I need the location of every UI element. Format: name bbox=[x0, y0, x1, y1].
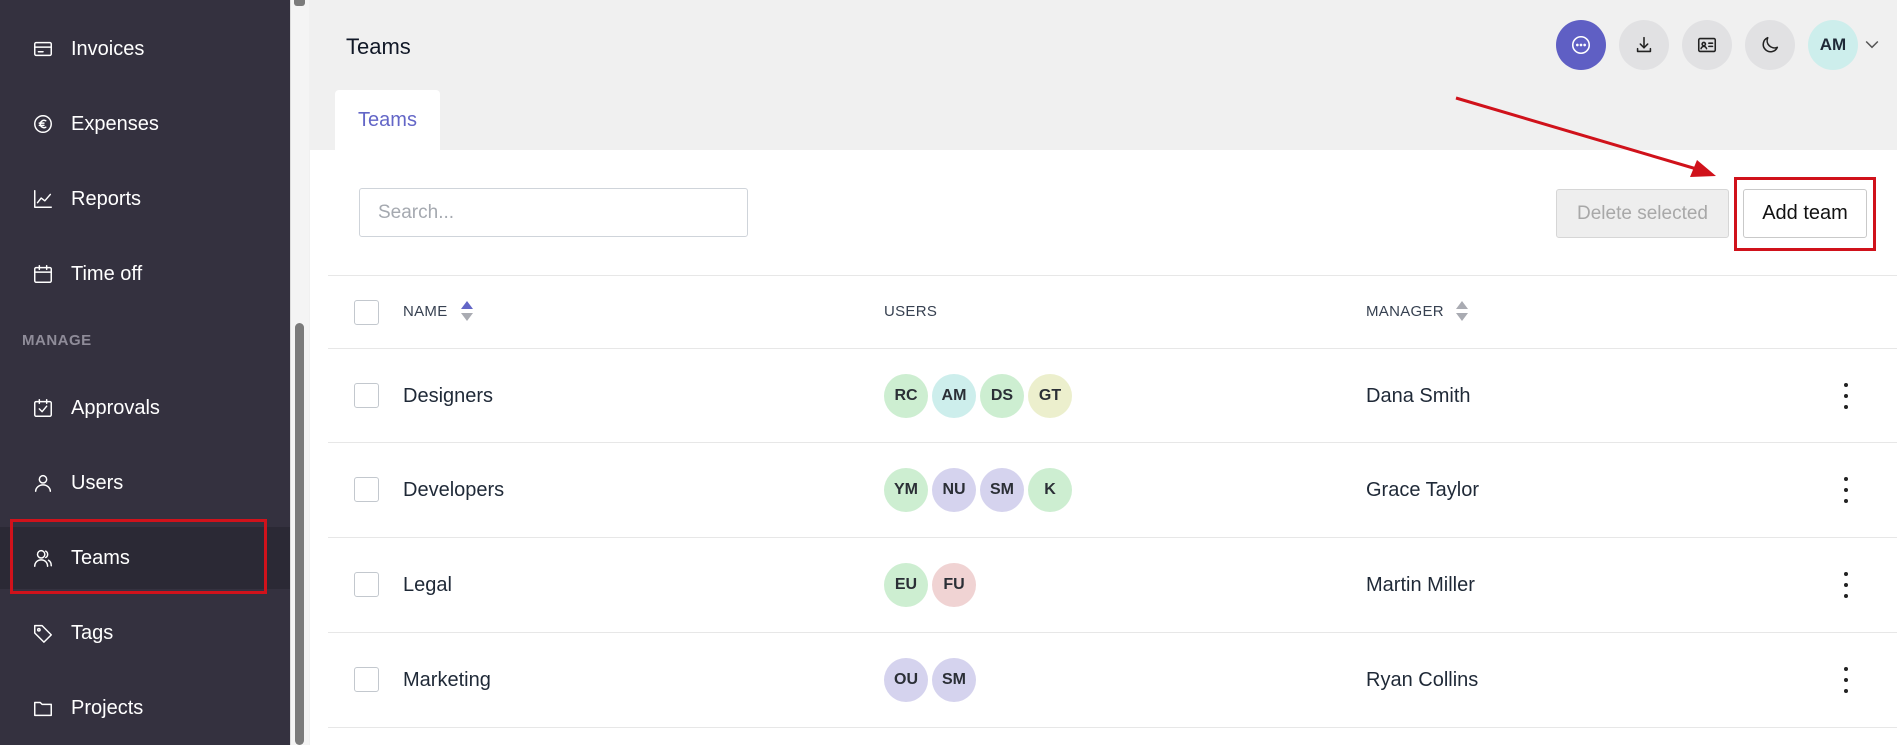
row-checkbox[interactable] bbox=[354, 667, 379, 692]
folder-icon bbox=[30, 695, 56, 721]
chart-icon bbox=[30, 186, 56, 212]
highlight-box-add-team bbox=[1734, 177, 1876, 251]
divider bbox=[328, 537, 1897, 538]
user-avatars: OU SM bbox=[884, 658, 976, 702]
row-checkbox[interactable] bbox=[354, 572, 379, 597]
section-label-manage: MANAGE bbox=[22, 332, 92, 349]
team-name[interactable]: Developers bbox=[403, 479, 504, 502]
divider bbox=[328, 348, 1897, 349]
download-button[interactable] bbox=[1619, 20, 1669, 70]
sidebar-item-label: Expenses bbox=[71, 112, 159, 135]
calendar-icon bbox=[30, 261, 56, 287]
sort-icon[interactable] bbox=[1456, 301, 1468, 323]
highlight-box-teams bbox=[10, 519, 267, 594]
manager-name: Ryan Collins bbox=[1366, 669, 1479, 691]
sidebar-item-approvals[interactable]: Approvals bbox=[0, 377, 290, 439]
avatar[interactable]: NU bbox=[932, 468, 976, 512]
sidebar-item-projects[interactable]: Projects bbox=[0, 677, 290, 739]
content-card bbox=[310, 150, 1897, 745]
download-icon bbox=[1636, 36, 1652, 53]
row-menu-icon[interactable] bbox=[1835, 665, 1857, 695]
chat-icon bbox=[1571, 35, 1591, 55]
avatar[interactable]: EU bbox=[884, 563, 928, 607]
scroll-up-arrow[interactable] bbox=[294, 0, 305, 6]
row-menu-icon[interactable] bbox=[1835, 381, 1857, 411]
moon-icon bbox=[1762, 36, 1779, 53]
user-avatars: RC AM DS GT bbox=[884, 374, 1072, 418]
sidebar-item-users[interactable]: Users bbox=[0, 452, 290, 514]
user-avatar-button[interactable]: AM bbox=[1808, 20, 1858, 70]
avatar[interactable]: FU bbox=[932, 563, 976, 607]
search-input[interactable] bbox=[359, 188, 748, 237]
sidebar-item-label: Approvals bbox=[71, 396, 160, 419]
row-checkbox[interactable] bbox=[354, 383, 379, 408]
sidebar-item-label: Invoices bbox=[71, 37, 145, 60]
page-title: Teams bbox=[346, 34, 411, 59]
avatar[interactable]: GT bbox=[1028, 374, 1072, 418]
sidebar-item-label: Time off bbox=[71, 262, 143, 285]
sidebar-item-reports[interactable]: Reports bbox=[0, 168, 290, 230]
manager-name: Grace Taylor bbox=[1366, 479, 1480, 501]
sidebar-item-label: Users bbox=[71, 471, 124, 494]
chevron-down-icon[interactable] bbox=[1862, 34, 1882, 54]
team-name[interactable]: Designers bbox=[403, 385, 493, 408]
delete-selected-button[interactable]: Delete selected bbox=[1556, 189, 1729, 238]
avatar[interactable]: DS bbox=[980, 374, 1024, 418]
avatar[interactable]: YM bbox=[884, 468, 928, 512]
chat-button[interactable] bbox=[1556, 20, 1606, 70]
sidebar-item-label: Reports bbox=[71, 187, 142, 210]
avatar[interactable]: K bbox=[1028, 468, 1072, 512]
sidebar-scroll-thumb[interactable] bbox=[295, 323, 304, 745]
user-icon bbox=[30, 470, 56, 496]
avatar[interactable]: SM bbox=[980, 468, 1024, 512]
sidebar: Invoices Expenses Reports Time off MANAG… bbox=[0, 0, 290, 745]
contact-card-icon bbox=[1697, 37, 1717, 53]
select-all-checkbox[interactable] bbox=[354, 300, 379, 325]
calendar-check-icon bbox=[30, 395, 56, 421]
sidebar-item-expenses[interactable]: Expenses bbox=[0, 93, 290, 155]
row-checkbox[interactable] bbox=[354, 477, 379, 502]
user-avatars: EU FU bbox=[884, 563, 976, 607]
sidebar-item-time-off[interactable]: Time off bbox=[0, 243, 290, 305]
row-menu-icon[interactable] bbox=[1835, 475, 1857, 505]
avatar[interactable]: OU bbox=[884, 658, 928, 702]
sidebar-item-label: Tags bbox=[71, 621, 114, 644]
user-avatars: YM NU SM K bbox=[884, 468, 1072, 512]
tag-icon bbox=[30, 620, 56, 646]
column-header-name[interactable]: NAME bbox=[403, 303, 448, 320]
euro-icon bbox=[30, 111, 56, 137]
sort-icon[interactable] bbox=[461, 301, 473, 323]
avatar[interactable]: AM bbox=[932, 374, 976, 418]
column-header-manager[interactable]: MANAGER bbox=[1366, 303, 1444, 320]
row-menu-icon[interactable] bbox=[1835, 570, 1857, 600]
divider bbox=[328, 442, 1897, 443]
divider bbox=[328, 275, 1897, 276]
sidebar-item-invoices[interactable]: Invoices bbox=[0, 18, 290, 80]
team-name[interactable]: Marketing bbox=[403, 669, 491, 692]
dark-mode-button[interactable] bbox=[1745, 20, 1795, 70]
avatar[interactable]: SM bbox=[932, 658, 976, 702]
manager-name: Martin Miller bbox=[1366, 574, 1475, 596]
divider bbox=[328, 727, 1897, 728]
sidebar-item-label: Projects bbox=[71, 696, 144, 719]
divider bbox=[328, 632, 1897, 633]
invoice-icon bbox=[30, 36, 56, 62]
tab-teams[interactable]: Teams bbox=[335, 90, 440, 150]
avatar[interactable]: RC bbox=[884, 374, 928, 418]
contact-card-button[interactable] bbox=[1682, 20, 1732, 70]
team-name[interactable]: Legal bbox=[403, 574, 452, 597]
manager-name: Dana Smith bbox=[1366, 385, 1471, 407]
column-header-users: USERS bbox=[884, 303, 938, 320]
sidebar-item-tags[interactable]: Tags bbox=[0, 602, 290, 664]
